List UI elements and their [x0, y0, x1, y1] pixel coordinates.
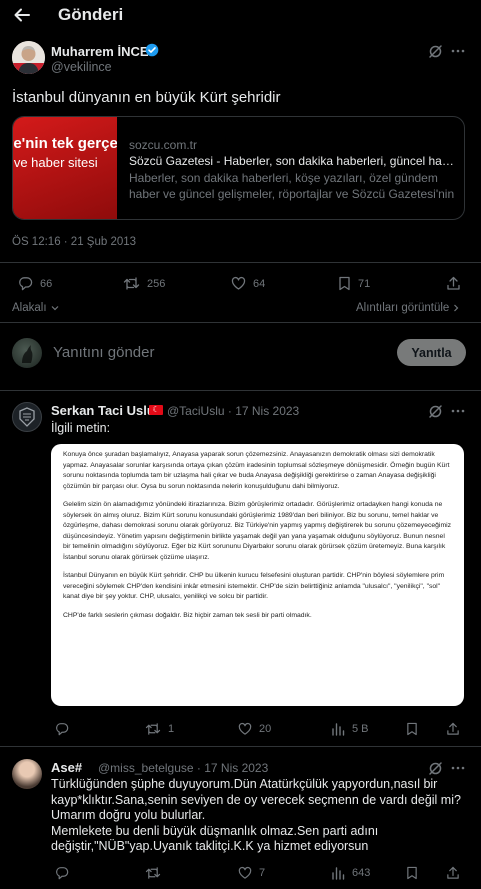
- commenter-avatar[interactable]: [12, 402, 42, 432]
- current-user-avatar: [12, 338, 42, 368]
- like-button[interactable]: 20: [238, 722, 271, 736]
- like-count: 20: [259, 723, 272, 735]
- tweet-timestamp[interactable]: ÖS 12:16 · 21 Şub 2013: [12, 236, 136, 248]
- image-paragraph: İstanbul Dünyanın en büyük Kürt şehridir…: [63, 572, 445, 600]
- repost-count: 1: [168, 723, 175, 735]
- commenter-handle-date[interactable]: @TaciUslu · 17 Nis 2023: [167, 404, 299, 418]
- more-options-icon[interactable]: [451, 46, 465, 56]
- repost-icon: [145, 867, 161, 879]
- card-domain: sozcu.com.tr: [129, 138, 198, 152]
- commenter-handle-date[interactable]: @miss_betelguse · 17 Nis 2023: [98, 761, 268, 775]
- related-dropdown[interactable]: Alakalı: [12, 302, 60, 314]
- grok-icon[interactable]: [428, 404, 443, 419]
- share-icon: [447, 722, 459, 735]
- card-thumbnail-line1: ye'nin tek gerçek: [13, 135, 117, 152]
- card-description: Haberler, son dakika haberleri, köşe yaz…: [129, 171, 455, 201]
- like-count: 7: [259, 867, 266, 879]
- views-chart-icon: [332, 867, 345, 880]
- bookmark-button[interactable]: [406, 722, 418, 736]
- turkey-flag-icon: ☾: [149, 405, 163, 415]
- bookmark-icon: [339, 276, 350, 291]
- card-thumbnail: ye'nin tek gerçek e ve haber sitesi: [13, 117, 117, 219]
- related-label: Alakalı: [12, 302, 47, 314]
- like-button[interactable]: 7: [238, 866, 265, 880]
- commenter-name[interactable]: Ase#: [51, 760, 82, 775]
- back-arrow-icon[interactable]: [12, 5, 32, 25]
- page-title: Gönderi: [58, 5, 124, 24]
- divider: [0, 746, 481, 747]
- repost-button[interactable]: 256: [123, 276, 165, 291]
- comment-line: Memlekete bu denli büyük düşmanlık olmaz…: [51, 823, 379, 854]
- comment-line: Türklüğünden şüphe duyuyorum.Dün Atatürk…: [51, 777, 461, 807]
- commenter-name[interactable]: Serkan Taci Uslu: [51, 403, 155, 418]
- repost-icon: [145, 723, 161, 735]
- reply-icon: [19, 277, 33, 291]
- repost-button[interactable]: [145, 866, 168, 880]
- reply-icon: [56, 723, 69, 736]
- divider: [0, 322, 481, 323]
- heart-icon: [231, 276, 246, 290]
- author-name[interactable]: Muharrem İNCE: [51, 44, 149, 59]
- card-thumbnail-line2: e ve haber sitesi: [13, 155, 98, 170]
- reply-button[interactable]: [55, 866, 76, 880]
- bookmark-count: 71: [358, 277, 371, 290]
- attached-text-image[interactable]: Konuya önce şuradan başlamalıyız, Anayas…: [51, 444, 464, 706]
- image-paragraph: Konuya önce şuradan başlamalıyız, Anayas…: [63, 451, 450, 490]
- top-header: Gönderi: [0, 0, 481, 30]
- share-icon: [447, 276, 460, 290]
- author-handle[interactable]: @vekilince: [51, 60, 112, 74]
- share-button[interactable]: [446, 276, 461, 291]
- divider: [0, 262, 481, 263]
- share-icon: [447, 866, 459, 879]
- image-paragraph: Gelelim sizin ön alamadığımız yönündeki …: [63, 501, 452, 561]
- share-button[interactable]: [446, 722, 460, 736]
- like-count: 64: [253, 277, 266, 290]
- tweet-text: İstanbul dünyanın en büyük Kürt şehridir: [12, 89, 281, 106]
- reply-submit-button[interactable]: Yanıtla: [397, 339, 466, 366]
- repost-count: 256: [147, 277, 166, 290]
- comment-text: İlgili metin:: [51, 421, 111, 435]
- reply-button[interactable]: [55, 722, 76, 736]
- views-chart-icon: [332, 723, 345, 736]
- commenter-avatar[interactable]: [12, 759, 42, 789]
- share-button[interactable]: [446, 866, 460, 880]
- heart-icon: [238, 866, 252, 879]
- more-options-icon[interactable]: [451, 763, 465, 773]
- author-avatar[interactable]: [12, 41, 45, 74]
- divider: [0, 390, 481, 391]
- heart-icon: [238, 722, 252, 735]
- reply-count: 66: [40, 277, 53, 290]
- more-options-icon[interactable]: [451, 406, 465, 416]
- comment-text: Türklüğünden şüphe duyuyorum.Dün Atatürk…: [51, 777, 466, 855]
- link-preview-card[interactable]: ye'nin tek gerçek e ve haber sitesi sozc…: [12, 116, 465, 220]
- views-count: 643: [352, 867, 371, 879]
- grok-icon[interactable]: [428, 44, 443, 59]
- chevron-right-icon: [454, 304, 459, 312]
- view-quotes-link[interactable]: Alıntıları görüntüle: [356, 302, 460, 314]
- quotes-label: Alıntıları görüntüle: [356, 302, 450, 314]
- views-button[interactable]: 643: [331, 866, 370, 880]
- reply-button[interactable]: 66: [18, 276, 52, 291]
- card-title: Sözcü Gazetesi - Haberler, son dakika ha…: [129, 154, 459, 168]
- reply-input[interactable]: Yanıtını gönder: [53, 344, 154, 361]
- like-button[interactable]: 64: [231, 276, 265, 291]
- comment-line: Umarım doğru yolu bulurlar.: [51, 808, 206, 822]
- bookmark-button[interactable]: [406, 866, 418, 880]
- verified-badge-icon: [145, 43, 159, 57]
- bookmark-button[interactable]: 71: [338, 276, 370, 291]
- image-paragraph: CHP'de farklı seslerin çıkması doğaldır.…: [63, 611, 312, 619]
- bookmark-icon: [407, 866, 417, 880]
- views-button[interactable]: 5 B: [331, 722, 369, 736]
- repost-icon: [123, 277, 140, 290]
- reply-icon: [56, 867, 69, 880]
- repost-button[interactable]: 1: [145, 722, 174, 736]
- grok-icon[interactable]: [428, 761, 443, 776]
- chevron-down-icon: [51, 306, 58, 311]
- views-count: 5 B: [352, 723, 369, 735]
- bookmark-icon: [407, 722, 417, 736]
